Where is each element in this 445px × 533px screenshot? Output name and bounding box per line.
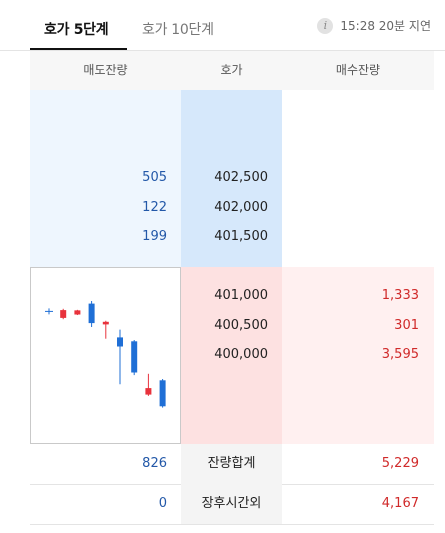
ask-price-2[interactable]: 402,000 <box>181 193 268 223</box>
header-ask-qty: 매도잔량 <box>83 63 128 77</box>
ask-qty-2: 122 <box>142 200 167 215</box>
after-hours-bid-qty: 4,167 <box>381 496 419 511</box>
header-bid-qty: 매수잔량 <box>335 63 381 77</box>
totals-row: 826 잔량합계 5,229 <box>30 444 434 485</box>
total-bid-qty: 5,229 <box>381 456 419 471</box>
tab-orderbook-5[interactable]: 호가 5단계 <box>44 19 109 39</box>
ask-price-1[interactable]: 402,500 <box>181 163 268 193</box>
candle-4 <box>88 301 95 327</box>
candle-6 <box>117 329 123 385</box>
bid-qty-3: 3,595 <box>381 347 419 362</box>
candle-body <box>102 321 109 325</box>
delay-text: 15:28 20분 지연 <box>340 19 431 33</box>
candle-1 <box>45 308 53 315</box>
candle-body <box>117 337 123 347</box>
candle-body <box>88 303 95 324</box>
candle-8 <box>145 373 152 396</box>
ask-qty-1: 505 <box>142 170 167 185</box>
candle-9 <box>159 379 166 408</box>
bid-price-1[interactable]: 401,000 <box>181 281 268 311</box>
candle-body <box>145 388 152 395</box>
bid-qty-2: 301 <box>394 318 419 333</box>
bid-price-2[interactable]: 400,500 <box>181 311 268 341</box>
column-headers: 매도잔량 호가 매수잔량 <box>30 51 434 91</box>
after-hours-row: 0 장후시간외 4,167 <box>30 484 434 525</box>
candle-body <box>60 310 67 318</box>
header-price: 호가 <box>220 63 243 77</box>
after-hours-ask-qty: 0 <box>158 496 167 511</box>
active-tab-indicator <box>30 48 127 50</box>
candle-5 <box>102 320 109 339</box>
tab-orderbook-10[interactable]: 호가 10단계 <box>142 19 214 39</box>
candle-body <box>131 341 138 373</box>
candle-2 <box>60 308 67 320</box>
candle-body <box>74 310 81 315</box>
bid-qty-1: 1,333 <box>381 288 419 303</box>
candle-7 <box>131 340 138 376</box>
mini-candle-chart <box>45 301 166 408</box>
ask-empty-column <box>282 90 434 267</box>
bid-price-3[interactable]: 400,000 <box>181 340 268 370</box>
orderbook-tabs: 호가 5단계 호가 10단계 i 15:28 20분 지연 <box>0 0 445 51</box>
info-icon[interactable]: i <box>317 17 334 34</box>
candle-3 <box>74 309 81 316</box>
total-ask-qty: 826 <box>142 456 167 471</box>
totals-label: 잔량합계 <box>181 444 282 484</box>
ask-qty-3: 199 <box>142 229 167 244</box>
delay-notice: i 15:28 20분 지연 <box>317 17 431 34</box>
ask-price-3[interactable]: 401,500 <box>181 222 268 252</box>
mini-chart <box>30 267 181 444</box>
after-hours-label: 장후시간외 <box>181 484 282 524</box>
candle-body <box>159 380 166 407</box>
